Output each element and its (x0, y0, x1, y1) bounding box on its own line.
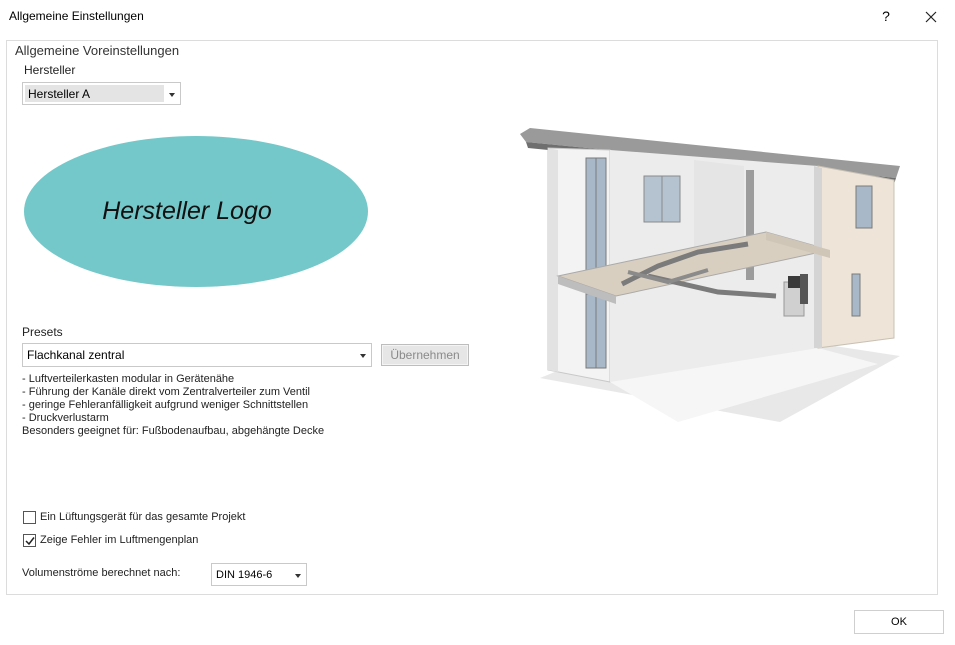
single-device-label[interactable]: Ein Lüftungsgerät für das gesamte Projek… (40, 511, 245, 523)
chevron-down-icon (360, 354, 366, 358)
preset-description-line: - geringe Fehleranfälligkeit aufgrund we… (22, 399, 309, 411)
show-errors-checkbox[interactable] (23, 534, 36, 547)
volumenstroeme-dropdown[interactable]: DIN 1946-6 (211, 563, 307, 586)
preset-description-line: Besonders geeignet für: Fußbodenaufbau, … (22, 425, 325, 437)
window-title: Allgemeine Einstellungen (9, 9, 144, 23)
preset-description-line: - Führung der Kanäle direkt vom Zentralv… (22, 386, 310, 398)
single-device-checkbox[interactable] (23, 511, 36, 524)
chevron-down-icon (295, 573, 301, 578)
show-errors-label[interactable]: Zeige Fehler im Luftmengenplan (40, 534, 198, 546)
checkmark-icon (25, 537, 35, 546)
presets-dropdown[interactable]: Flachkanal zentral (22, 343, 372, 367)
hersteller-dropdown[interactable]: Hersteller A (22, 82, 181, 105)
presets-label: Presets (22, 325, 63, 339)
preset-description-line: - Druckverlustarm (22, 412, 109, 424)
presets-selected: Flachkanal zentral (27, 348, 125, 362)
title-bar: Allgemeine Einstellungen ? (0, 0, 955, 32)
volumenstroeme-selected: DIN 1946-6 (216, 568, 273, 581)
close-icon (925, 11, 937, 23)
hersteller-label: Hersteller (24, 63, 76, 77)
manufacturer-logo-text: Hersteller Logo (102, 197, 272, 225)
apply-preset-button[interactable]: Übernehmen (381, 344, 469, 366)
preset-description-line: - Luftverteilerkasten modular in Geräten… (22, 373, 235, 385)
preset-description: - Luftverteilerkasten modular in Geräten… (22, 373, 324, 438)
house-ventilation-illustration (520, 128, 900, 422)
group-title: Allgemeine Voreinstellungen (15, 43, 180, 58)
ok-button[interactable]: OK (854, 610, 944, 634)
chevron-down-icon (169, 92, 175, 97)
hersteller-selected: Hersteller A (25, 85, 164, 102)
close-button[interactable] (913, 0, 949, 32)
help-button[interactable]: ? (871, 0, 901, 32)
volumenstroeme-label: Volumenströme berechnet nach: (22, 567, 181, 579)
